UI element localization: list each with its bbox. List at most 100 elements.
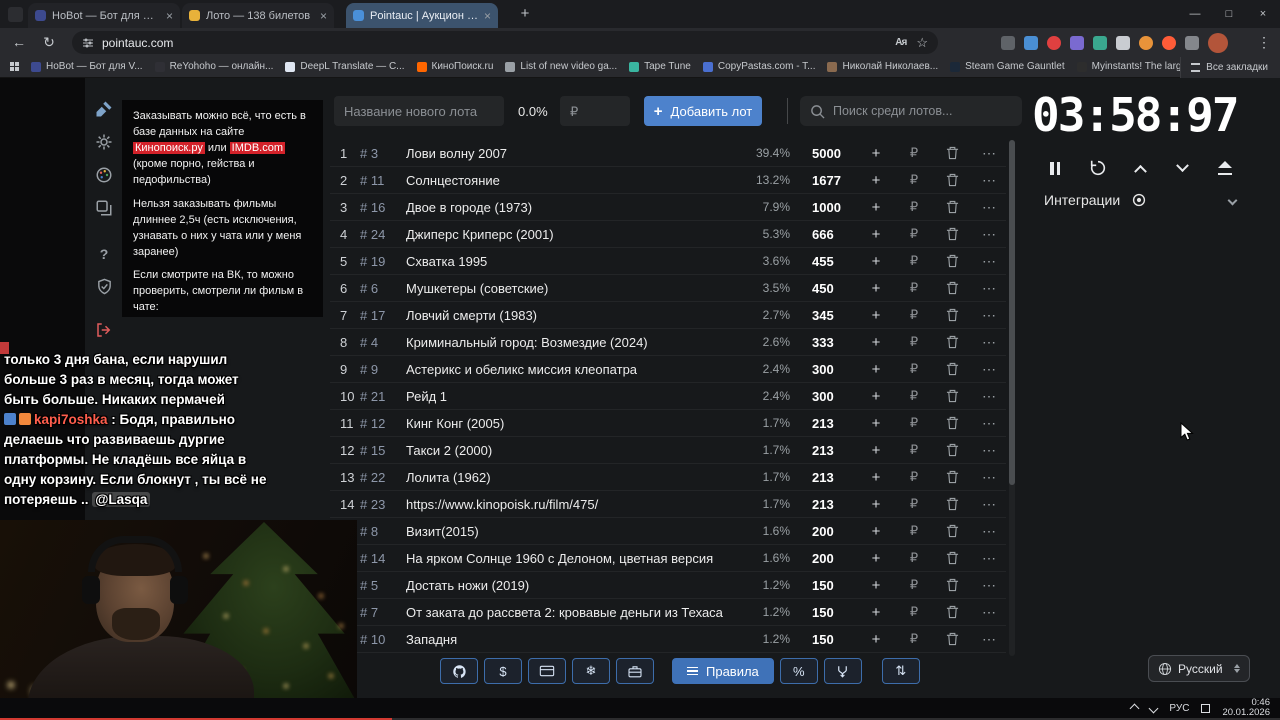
lot-delete-button[interactable] bbox=[932, 389, 972, 403]
extension-icon[interactable] bbox=[1093, 35, 1107, 50]
lot-add-button[interactable]: + bbox=[856, 523, 896, 540]
maximize-button[interactable]: □ bbox=[1212, 0, 1246, 28]
swap-button[interactable]: ⇅ bbox=[881, 658, 920, 684]
lot-add-button[interactable]: + bbox=[856, 172, 896, 189]
minimize-button[interactable]: — bbox=[1178, 0, 1212, 28]
extension-icon[interactable] bbox=[1024, 35, 1038, 50]
taskbar-clock[interactable]: 0:46 20.01.2026 bbox=[1222, 698, 1270, 718]
sidebar-item-auction[interactable] bbox=[85, 96, 123, 122]
lot-add-button[interactable]: + bbox=[856, 550, 896, 567]
tab-close-icon[interactable]: × bbox=[166, 9, 173, 23]
keyboard-language[interactable]: РУС bbox=[1169, 703, 1189, 714]
lot-more-button[interactable]: ⋯ bbox=[972, 172, 1006, 189]
lot-more-button[interactable]: ⋯ bbox=[972, 415, 1006, 432]
extension-icon[interactable] bbox=[1162, 35, 1176, 50]
integrations-row[interactable]: Интеграции bbox=[1044, 192, 1238, 208]
lot-more-button[interactable]: ⋯ bbox=[972, 145, 1006, 162]
lot-more-button[interactable]: ⋯ bbox=[972, 307, 1006, 324]
lot-delete-button[interactable] bbox=[932, 335, 972, 349]
site-info-icon[interactable] bbox=[82, 37, 94, 49]
scrollbar[interactable] bbox=[1009, 140, 1015, 656]
url-text[interactable]: pointauc.com bbox=[102, 36, 173, 50]
lot-search[interactable] bbox=[800, 96, 1022, 126]
bookmark-item[interactable]: List of new video ga... bbox=[505, 61, 617, 72]
github-button[interactable] bbox=[440, 658, 478, 684]
browser-tab[interactable]: HoBot — Бот для VK Video Liv × bbox=[28, 3, 180, 28]
all-bookmarks-button[interactable]: Все закладки bbox=[1180, 57, 1280, 78]
lot-more-button[interactable]: ⋯ bbox=[972, 442, 1006, 459]
lot-delete-button[interactable] bbox=[932, 470, 972, 484]
new-tab-button[interactable]: + bbox=[516, 5, 534, 23]
browser-tab[interactable]: Pointauc | Аукцион для стрим × bbox=[346, 3, 498, 28]
translate-icon[interactable]: Aя bbox=[895, 37, 907, 48]
lot-delete-button[interactable] bbox=[932, 281, 972, 295]
tab-close-icon[interactable]: × bbox=[484, 9, 491, 23]
lot-more-button[interactable]: ⋯ bbox=[972, 388, 1006, 405]
lot-add-button[interactable]: + bbox=[856, 226, 896, 243]
tab-close-icon[interactable]: × bbox=[320, 9, 327, 23]
lot-more-button[interactable]: ⋯ bbox=[972, 199, 1006, 216]
bookmark-star-icon[interactable]: ☆ bbox=[916, 35, 928, 51]
tray-chevron-down-icon[interactable] bbox=[1148, 703, 1159, 713]
bookmark-item[interactable]: Steam Game Gauntlet bbox=[950, 61, 1065, 72]
bookmark-item[interactable]: HoBot — Бот для V... bbox=[31, 61, 143, 72]
lot-add-button[interactable]: + bbox=[856, 334, 896, 351]
lot-delete-button[interactable] bbox=[932, 578, 972, 592]
extension-icon[interactable] bbox=[1001, 35, 1015, 50]
bookmark-item[interactable]: Николай Николаев... bbox=[827, 61, 938, 72]
extension-icon[interactable] bbox=[1139, 35, 1153, 50]
lot-more-button[interactable]: ⋯ bbox=[972, 334, 1006, 351]
new-lot-input[interactable] bbox=[334, 96, 504, 126]
lot-delete-button[interactable] bbox=[932, 200, 972, 214]
lot-delete-button[interactable] bbox=[932, 254, 972, 268]
lot-add-button[interactable]: + bbox=[856, 631, 896, 648]
lot-add-button[interactable]: + bbox=[856, 145, 896, 162]
finish-button[interactable] bbox=[1214, 158, 1236, 178]
lot-delete-button[interactable] bbox=[932, 362, 972, 376]
lot-add-button[interactable]: + bbox=[856, 388, 896, 405]
lot-add-button[interactable]: + bbox=[856, 415, 896, 432]
lot-more-button[interactable]: ⋯ bbox=[972, 550, 1006, 567]
lot-more-button[interactable]: ⋯ bbox=[972, 361, 1006, 378]
lot-add-button[interactable]: + bbox=[856, 469, 896, 486]
chest-button[interactable] bbox=[616, 658, 654, 684]
lot-add-button[interactable]: + bbox=[856, 307, 896, 324]
sidebar-item-statistics[interactable] bbox=[85, 195, 123, 221]
apps-grid-icon[interactable] bbox=[10, 62, 19, 71]
lot-delete-button[interactable] bbox=[932, 146, 972, 160]
back-button[interactable]: ← bbox=[8, 31, 30, 53]
lot-delete-button[interactable] bbox=[932, 443, 972, 457]
sidebar-item-guard[interactable] bbox=[85, 273, 123, 299]
lot-delete-button[interactable] bbox=[932, 173, 972, 187]
lot-add-button[interactable]: + bbox=[856, 577, 896, 594]
lot-delete-button[interactable] bbox=[932, 632, 972, 646]
lot-add-button[interactable]: + bbox=[856, 199, 896, 216]
lot-add-button[interactable]: + bbox=[856, 442, 896, 459]
lot-delete-button[interactable] bbox=[932, 416, 972, 430]
lot-more-button[interactable]: ⋯ bbox=[972, 469, 1006, 486]
lot-delete-button[interactable] bbox=[932, 605, 972, 619]
lot-more-button[interactable]: ⋯ bbox=[972, 631, 1006, 648]
lot-more-button[interactable]: ⋯ bbox=[972, 496, 1006, 513]
lot-delete-button[interactable] bbox=[932, 551, 972, 565]
search-input[interactable] bbox=[833, 104, 1003, 118]
extension-icon[interactable] bbox=[1185, 35, 1199, 50]
add-lot-button[interactable]: + Добавить лот bbox=[644, 96, 762, 126]
lot-add-button[interactable]: + bbox=[856, 280, 896, 297]
scrollbar-thumb[interactable] bbox=[1009, 140, 1015, 485]
lot-delete-button[interactable] bbox=[932, 227, 972, 241]
tray-chevron-up-icon[interactable] bbox=[1129, 703, 1140, 713]
sidebar-item-appearance[interactable] bbox=[85, 162, 123, 188]
lot-more-button[interactable]: ⋯ bbox=[972, 226, 1006, 243]
bookmark-item[interactable]: CopyPastas.com - T... bbox=[702, 61, 815, 72]
rules-button[interactable]: Правила bbox=[672, 658, 774, 684]
percent-button[interactable]: % bbox=[779, 658, 818, 684]
donate-button[interactable]: $ bbox=[484, 658, 522, 684]
bookmark-item[interactable]: ReYohoho — онлайн... bbox=[154, 61, 273, 72]
lot-delete-button[interactable] bbox=[932, 308, 972, 322]
browser-tab[interactable]: Лото — 138 билетов × bbox=[182, 3, 334, 28]
lot-add-button[interactable]: + bbox=[856, 253, 896, 270]
extension-icon[interactable] bbox=[1116, 35, 1130, 50]
merge-button[interactable] bbox=[823, 658, 862, 684]
extension-icon[interactable] bbox=[1070, 35, 1084, 50]
